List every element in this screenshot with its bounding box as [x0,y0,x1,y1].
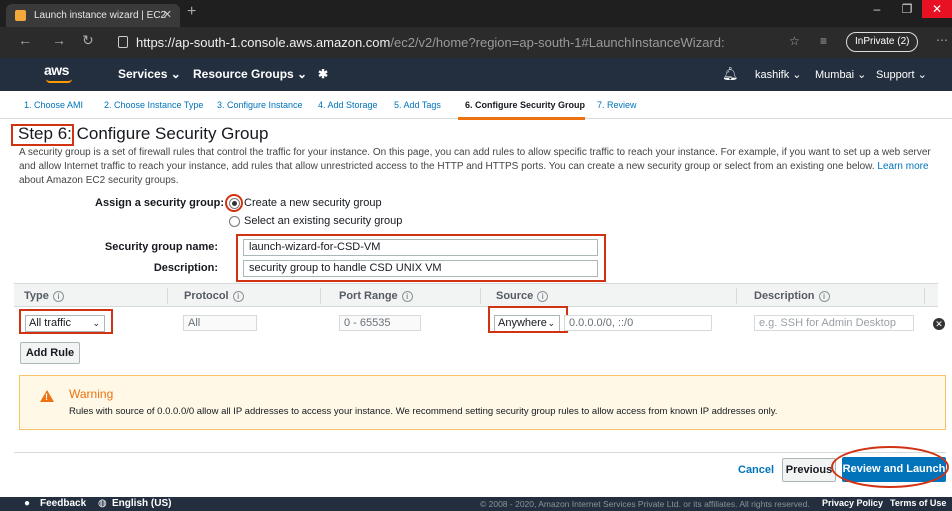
screen: Launch instance wizard | EC2 Ma ✕ + – ❐ … [0,0,952,511]
back-icon[interactable]: ← [18,32,32,48]
col-port-range: Port Range i [339,290,413,302]
privacy-policy-link[interactable]: Privacy Policy [822,498,883,508]
pin-icon[interactable]: ✱ [318,67,328,81]
col-type: Type i [24,290,64,302]
services-menu[interactable]: Services ⌄ [118,67,181,81]
new-tab-icon[interactable]: + [187,3,196,21]
previous-button[interactable]: Previous [782,458,836,482]
radio-highlight [225,194,243,212]
security-group-name-label: Security group name: [104,241,218,253]
intro-text: A security group is a set of firewall ru… [19,146,944,188]
favorite-star-icon[interactable]: ☆ [789,34,800,48]
col-source: Source i [496,290,549,302]
more-icon[interactable]: ⋯ [936,33,948,47]
region-menu[interactable]: Mumbai ⌄ [815,68,866,81]
rules-table-header: Type i Protocol i Port Range i Source i Desc… [14,283,938,307]
browser-tab[interactable]: Launch instance wizard | EC2 Ma ✕ [6,4,180,44]
wizard-steps: 1. Choose AMI 2. Choose Instance Type 3.… [0,91,952,120]
close-window-icon[interactable]: ✕ [922,0,952,18]
col-separator [924,288,925,304]
info-icon: i [537,291,549,302]
wizard-step-add-tags[interactable]: 5. Add Tags [394,100,441,110]
port-range-field: 0 - 65535 [339,315,421,331]
intro-body: A security group is a set of firewall ru… [19,147,931,172]
maximize-icon[interactable]: ❐ [892,0,922,18]
col-separator [480,288,481,304]
url-rest: /ec2/v2/home?region=ap-south-1#LaunchIns… [390,35,725,50]
info-icon: i [52,291,64,302]
copyright-text: © 2008 - 2020, Amazon Internet Services … [480,499,810,509]
feedback-link[interactable]: Feedback [40,498,86,509]
source-highlight [488,306,568,333]
wizard-step-add-storage[interactable]: 4. Add Storage [318,100,378,110]
globe-icon: ◍ [98,498,107,509]
url-field[interactable]: https://ap-south-1.console.aws.amazon.co… [114,31,934,54]
warning-title: Warning [69,387,114,401]
type-highlight [19,309,113,334]
select-existing-label[interactable]: Select an existing security group [244,215,402,227]
protocol-field: All [183,315,257,331]
bell-icon[interactable]: 🔔︎ [722,66,739,82]
create-new-label[interactable]: Create a new security group [244,197,382,209]
aws-smile-icon [46,79,72,83]
rule-description-input[interactable]: e.g. SSH for Admin Desktop [754,315,914,331]
url-main: https://ap-south-1.console.aws.amazon.co… [136,35,391,50]
description-label: Description: [153,262,218,274]
close-tab-icon[interactable]: ✕ [163,4,172,27]
browser-address-bar: ← → ↻ https://ap-south-1.console.aws.ama… [0,27,952,58]
source-cidr-field[interactable]: 0.0.0.0/0, ::/0 [564,315,712,331]
forward-icon[interactable]: → [52,32,66,48]
aws-logo-text: aws [44,62,69,78]
refresh-icon[interactable]: ↻ [82,32,94,49]
info-icon: i [401,291,413,302]
remove-rule-icon[interactable]: ✕ [933,318,945,330]
active-step-indicator [458,117,585,120]
warning-text: Rules with source of 0.0.0.0/0 allow all… [69,406,778,417]
account-menu[interactable]: kashifk ⌄ [755,68,802,81]
aws-favicon-icon [15,10,26,21]
aws-top-nav: aws Services ⌄ Resource Groups ⌄ ✱ 🔔︎ ka… [0,58,952,91]
intro-tail: about Amazon EC2 security groups. [19,175,179,186]
info-icon: i [818,291,830,302]
info-icon: i [232,291,244,302]
lock-icon [118,36,128,48]
divider [14,452,946,453]
wizard-step-choose-ami[interactable]: 1. Choose AMI [24,100,83,110]
add-rule-button[interactable]: Add Rule [20,342,80,364]
browser-titlebar: Launch instance wizard | EC2 Ma ✕ + – ❐ … [0,0,952,44]
launch-highlight [831,446,949,488]
warning-panel: ! Warning Rules with source of 0.0.0.0/0… [19,375,946,430]
terms-of-use-link[interactable]: Terms of Use [890,498,946,508]
wizard-step-configure-instance[interactable]: 3. Configure Instance [217,100,303,110]
col-description: Description i [754,290,830,302]
favorites-list-icon[interactable]: ≡ [820,34,827,48]
minimize-icon[interactable]: – [862,0,892,18]
inputs-highlight [236,234,606,282]
learn-more-link[interactable]: Learn more [877,161,928,172]
wizard-step-instance-type[interactable]: 2. Choose Instance Type [104,100,203,110]
select-existing-radio[interactable] [229,216,240,227]
col-separator [736,288,737,304]
step-title: Configure Security Group [71,124,269,143]
resource-groups-menu[interactable]: Resource Groups ⌄ [193,67,307,81]
cancel-button[interactable]: Cancel [738,464,774,476]
warning-icon: ! [40,390,54,402]
wizard-step-security-group[interactable]: 6. Configure Security Group [465,100,585,110]
wizard-step-review[interactable]: 7. Review [597,100,637,110]
step-number-highlight [11,124,74,146]
aws-logo[interactable]: aws [44,62,72,83]
language-selector[interactable]: English (US) [112,498,171,509]
support-menu[interactable]: Support ⌄ [876,68,927,81]
col-separator [320,288,321,304]
col-separator [167,288,168,304]
chat-icon: ● [24,498,31,509]
console-footer: ● Feedback ◍ English (US) © 2008 - 2020,… [0,497,952,511]
inprivate-badge[interactable]: InPrivate (2) [846,32,919,52]
assign-label: Assign a security group: [95,197,224,209]
col-protocol: Protocol i [184,290,244,302]
